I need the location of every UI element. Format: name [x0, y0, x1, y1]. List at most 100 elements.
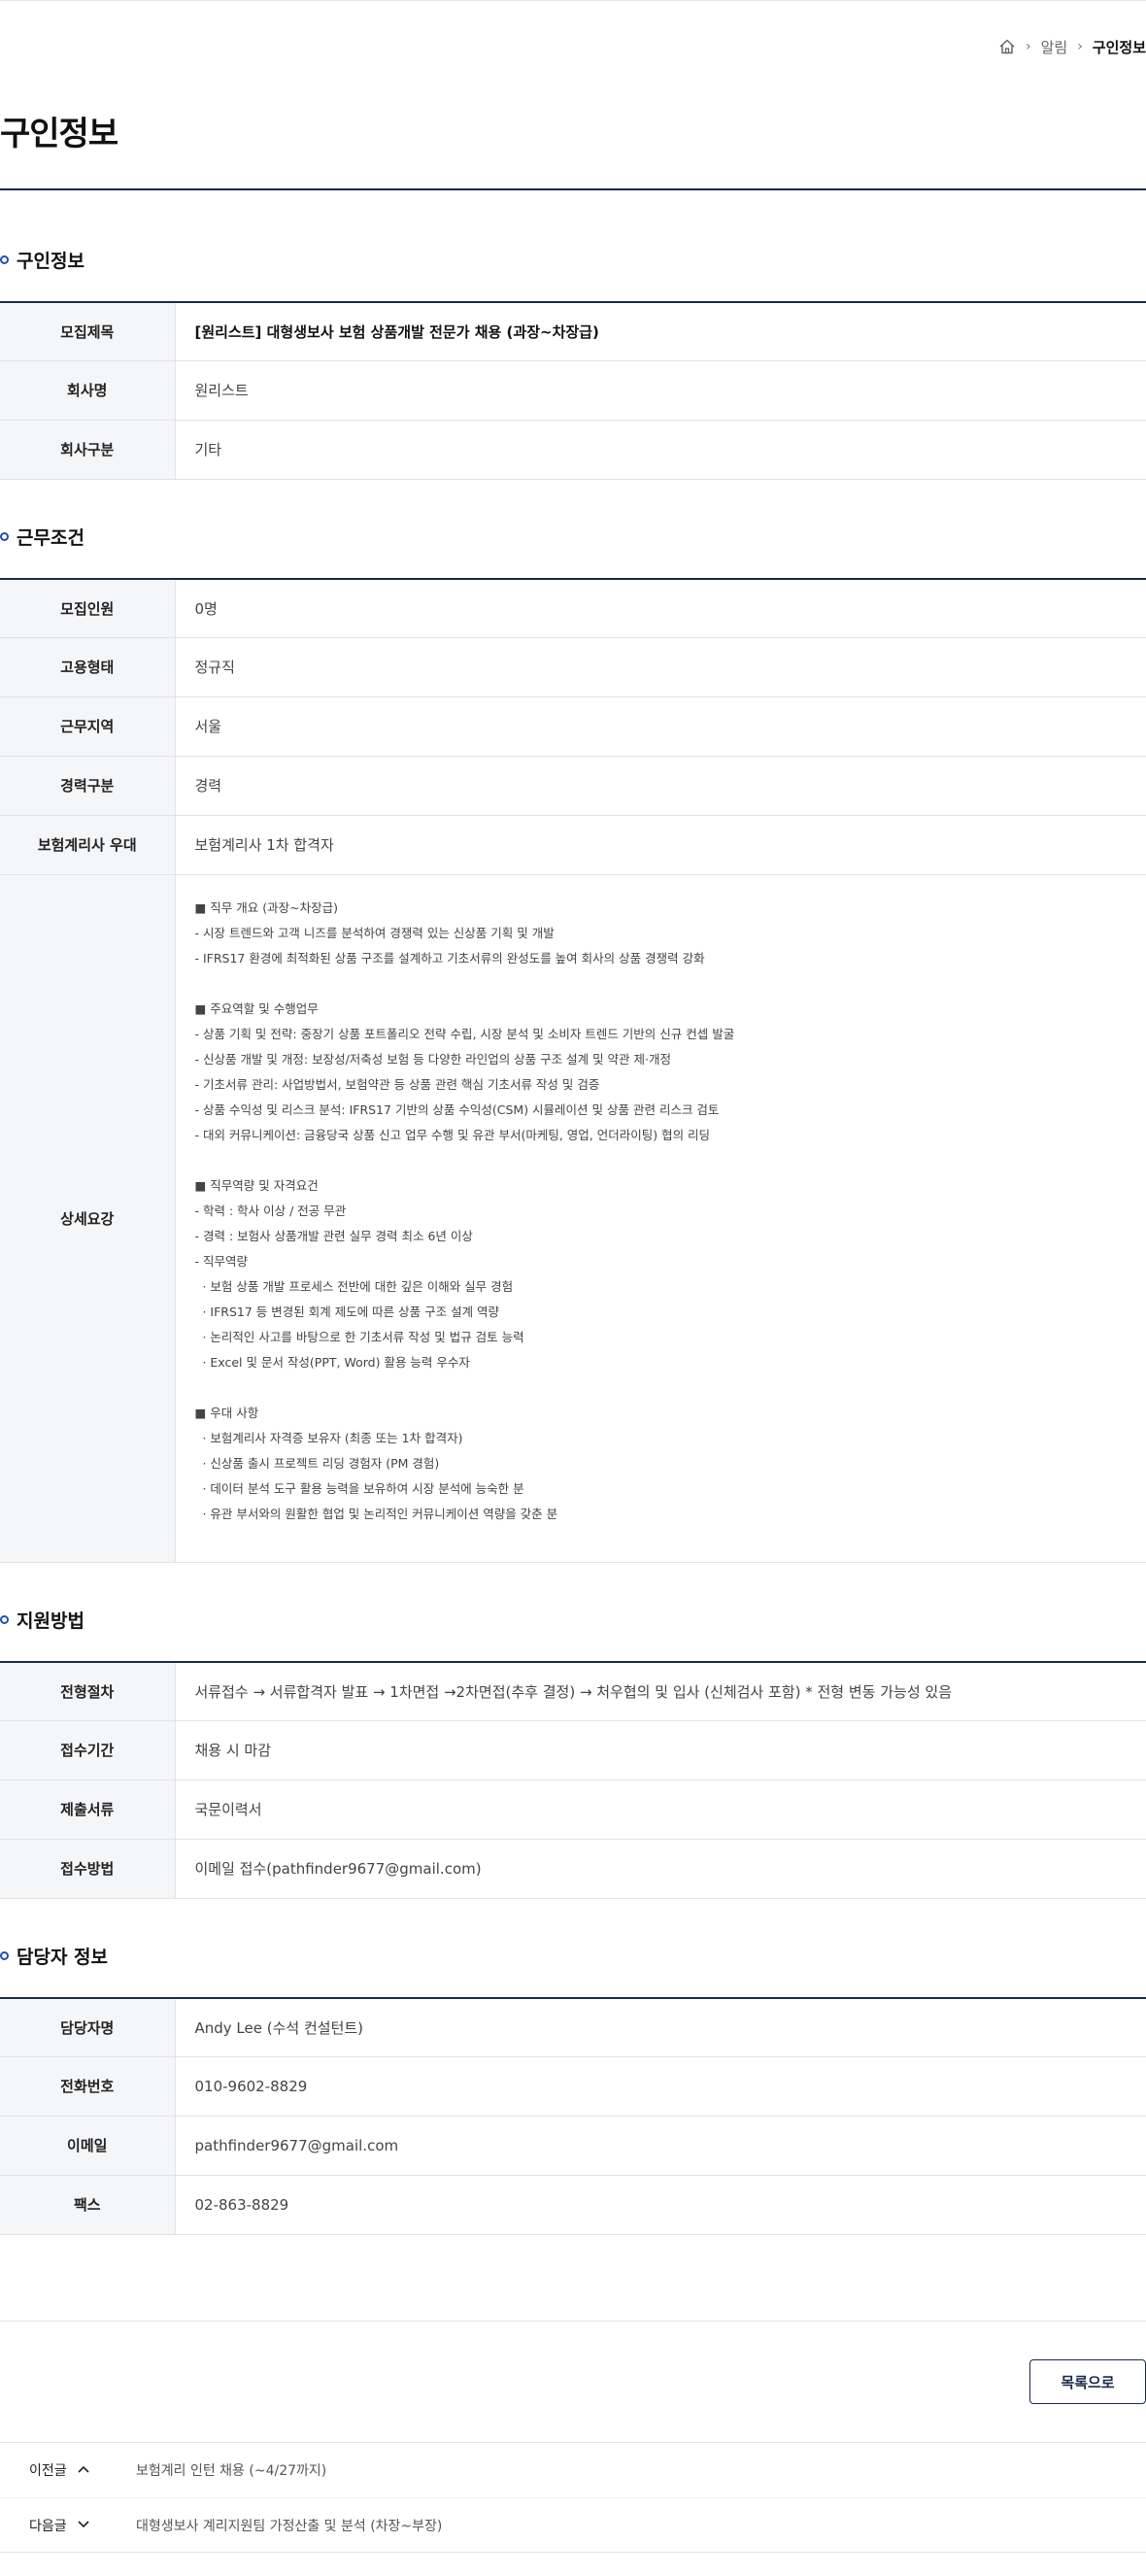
section-heading: 근무조건 [0, 522, 1146, 551]
chevron-right-icon: › [1025, 39, 1031, 54]
section-title: 지원방법 [17, 1610, 84, 1632]
detail-line: ■ 우대 사항 [194, 1406, 259, 1420]
row-label: 이메일 [0, 2116, 176, 2176]
row-value: 기타 [175, 420, 1146, 480]
prev-post-row[interactable]: 이전글 보험계리 인턴 채용 (~4/27까지) [0, 2443, 1146, 2497]
job-info-table: 모집제목 [원리스트] 대형생보사 보험 상품개발 전문가 채용 (과장~차장급… [0, 301, 1146, 480]
row-label: 담당자명 [0, 1998, 176, 2057]
row-label: 전화번호 [0, 2056, 176, 2117]
row-value: 서울 [175, 696, 1146, 757]
table-row: 경력구분 경력 [0, 756, 1146, 816]
row-value: 정규직 [175, 637, 1146, 697]
table-row: 전화번호 010-9602-8829 [0, 2056, 1146, 2117]
row-value: 0명 [175, 579, 1146, 638]
prev-post-label-group: 이전글 [0, 2460, 136, 2480]
row-value: 보험계리사 1차 합격자 [175, 815, 1146, 875]
detail-line: - 신상품 개발 및 개정: 보장성/저축성 보험 등 다양한 라인업의 상품 … [194, 1052, 672, 1067]
table-row: 근무지역 서울 [0, 696, 1146, 757]
detail-line: - 시장 트렌드와 고객 니즈를 분석하여 경쟁력 있는 신상품 기획 및 개발 [194, 926, 555, 940]
row-label: 경력구분 [0, 756, 176, 816]
conditions-section: 근무조건 모집인원 0명 고용형태 정규직 근무지역 서울 경력구분 경력 보험… [0, 522, 1146, 1563]
detail-line: · 논리적인 사고를 바탕으로 한 기초서류 작성 및 법규 검토 능력 [194, 1330, 524, 1344]
detail-line: ■ 직무역량 및 자격요건 [194, 1178, 319, 1193]
row-label: 제출서류 [0, 1779, 176, 1840]
chevron-down-icon [77, 2518, 90, 2533]
table-row: 모집인원 0명 [0, 579, 1146, 638]
row-value: 010-9602-8829 [175, 2056, 1146, 2117]
detail-line [195, 971, 1146, 997]
detail-line: · 보험계리사 자격증 보유자 (최종 또는 1차 합격자) [194, 1431, 463, 1445]
table-row: 고용형태 정규직 [0, 637, 1146, 697]
top-divider [0, 0, 1146, 1]
table-row: 전형절차 서류접수 → 서류합격자 발표 → 1차면접 →2차면접(추후 결정)… [0, 1662, 1146, 1721]
row-label: 상세요강 [0, 874, 176, 1563]
detail-line [195, 1375, 1146, 1401]
breadcrumb: › 알림 › 구인정보 [998, 33, 1146, 60]
apply-table: 전형절차 서류접수 → 서류합격자 발표 → 1차면접 →2차면접(추후 결정)… [0, 1661, 1146, 1899]
detail-line: ■ 직무 개요 (과장~차장급) [194, 900, 338, 915]
detail-line: · 데이터 분석 도구 활용 능력을 보유하여 시장 분석에 능숙한 분 [194, 1481, 524, 1496]
detail-line: - 기초서류 관리: 사업방법서, 보험약관 등 상품 관련 핵심 기초서류 작… [194, 1077, 600, 1092]
row-value: Andy Lee (수석 컨설턴트) [175, 1998, 1146, 2057]
row-value: 원리스트 [175, 360, 1146, 421]
section-heading: 지원방법 [0, 1605, 1146, 1634]
contact-table: 담당자명 Andy Lee (수석 컨설턴트) 전화번호 010-9602-88… [0, 1997, 1146, 2235]
table-row: 접수기간 채용 시 마감 [0, 1720, 1146, 1780]
table-row: 팩스 02-863-8829 [0, 2175, 1146, 2235]
row-value: pathfinder9677@gmail.com [175, 2116, 1146, 2176]
job-info-section: 구인정보 모집제목 [원리스트] 대형생보사 보험 상품개발 전문가 채용 (과… [0, 245, 1146, 480]
breadcrumb-item-notice[interactable]: 알림 [1041, 37, 1068, 57]
next-post-link[interactable]: 대형생보사 계리지원팀 가정산출 및 분석 (차장~부장) [136, 2516, 442, 2535]
page-title: 구인정보 [0, 115, 118, 153]
row-value: [원리스트] 대형생보사 보험 상품개발 전문가 채용 (과장~차장급) [175, 302, 1146, 361]
row-label: 고용형태 [0, 637, 176, 697]
chevron-right-icon: › [1077, 39, 1083, 54]
row-label: 접수기간 [0, 1720, 176, 1780]
detail-line: · IFRS17 등 변경된 회계 제도에 따른 상품 구조 설계 역량 [194, 1305, 500, 1319]
detail-row: 상세요강 ■ 직무 개요 (과장~차장급) - 시장 트렌드와 고객 니즈를 분… [0, 874, 1146, 1563]
bullet-icon [0, 1950, 9, 1960]
row-value: 경력 [175, 756, 1146, 816]
row-label: 회사명 [0, 360, 176, 421]
table-row: 접수방법 이메일 접수(pathfinder9677@gmail.com) [0, 1839, 1146, 1899]
conditions-table: 모집인원 0명 고용형태 정규직 근무지역 서울 경력구분 경력 보험계리사 우… [0, 578, 1146, 1563]
next-post-label-group: 다음글 [0, 2516, 136, 2535]
contact-section: 담당자 정보 담당자명 Andy Lee (수석 컨설턴트) 전화번호 010-… [0, 1941, 1146, 2235]
row-label: 회사구분 [0, 420, 176, 480]
table-row: 담당자명 Andy Lee (수석 컨설턴트) [0, 1998, 1146, 2057]
row-label: 근무지역 [0, 696, 176, 757]
detail-line: - 대외 커뮤니케이션: 금융당국 상품 신고 업무 수행 및 유관 부서(마케… [194, 1128, 711, 1142]
detail-line: - IFRS17 환경에 최적화된 상품 구조를 설계하고 기초서류의 완성도를… [194, 951, 705, 966]
next-post-label: 다음글 [29, 2518, 67, 2534]
detail-line: - 학력 : 학사 이상 / 전공 무관 [194, 1203, 347, 1218]
prev-post-label: 이전글 [29, 2463, 67, 2479]
section-heading: 담당자 정보 [0, 1941, 1146, 1970]
section-title: 구인정보 [17, 250, 84, 272]
section-heading: 구인정보 [0, 245, 1146, 274]
next-post-row[interactable]: 다음글 대형생보사 계리지원팀 가정산출 및 분석 (차장~부장) [0, 2497, 1146, 2552]
row-value: 이메일 접수(pathfinder9677@gmail.com) [175, 1839, 1146, 1899]
list-button[interactable]: 목록으로 [1029, 2359, 1146, 2404]
table-row: 회사구분 기타 [0, 420, 1146, 480]
bullet-icon [0, 254, 9, 264]
table-row: 제출서류 국문이력서 [0, 1779, 1146, 1840]
table-row: 모집제목 [원리스트] 대형생보사 보험 상품개발 전문가 채용 (과장~차장급… [0, 302, 1146, 361]
row-label: 접수방법 [0, 1839, 176, 1899]
detail-line: · 보험 상품 개발 프로세스 전반에 대한 깊은 이해와 실무 경험 [194, 1279, 514, 1294]
post-navigation: 이전글 보험계리 인턴 채용 (~4/27까지) 다음글 대형생보사 계리지원팀… [0, 2442, 1146, 2553]
detail-content: ■ 직무 개요 (과장~차장급) - 시장 트렌드와 고객 니즈를 분석하여 경… [175, 874, 1146, 1563]
row-value: 국문이력서 [175, 1779, 1146, 1840]
prev-post-link[interactable]: 보험계리 인턴 채용 (~4/27까지) [136, 2460, 326, 2480]
row-value: 채용 시 마감 [175, 1720, 1146, 1780]
apply-section: 지원방법 전형절차 서류접수 → 서류합격자 발표 → 1차면접 →2차면접(추… [0, 1605, 1146, 1899]
detail-line: - 상품 기획 및 전략: 중장기 상품 포트폴리오 전략 수립, 시장 분석 … [194, 1027, 735, 1041]
breadcrumb-current: 구인정보 [1092, 38, 1146, 56]
detail-line: ■ 주요역할 및 수행업무 [194, 1001, 319, 1016]
row-label: 팩스 [0, 2175, 176, 2235]
title-divider [0, 188, 1146, 190]
home-icon[interactable] [998, 38, 1016, 55]
detail-line: · 유관 부서와의 원활한 협업 및 논리적인 커뮤니케이션 역량을 갖춘 분 [194, 1507, 558, 1521]
detail-line [195, 1148, 1146, 1173]
detail-line: - 직무역량 [194, 1254, 248, 1269]
row-label: 전형절차 [0, 1662, 176, 1721]
